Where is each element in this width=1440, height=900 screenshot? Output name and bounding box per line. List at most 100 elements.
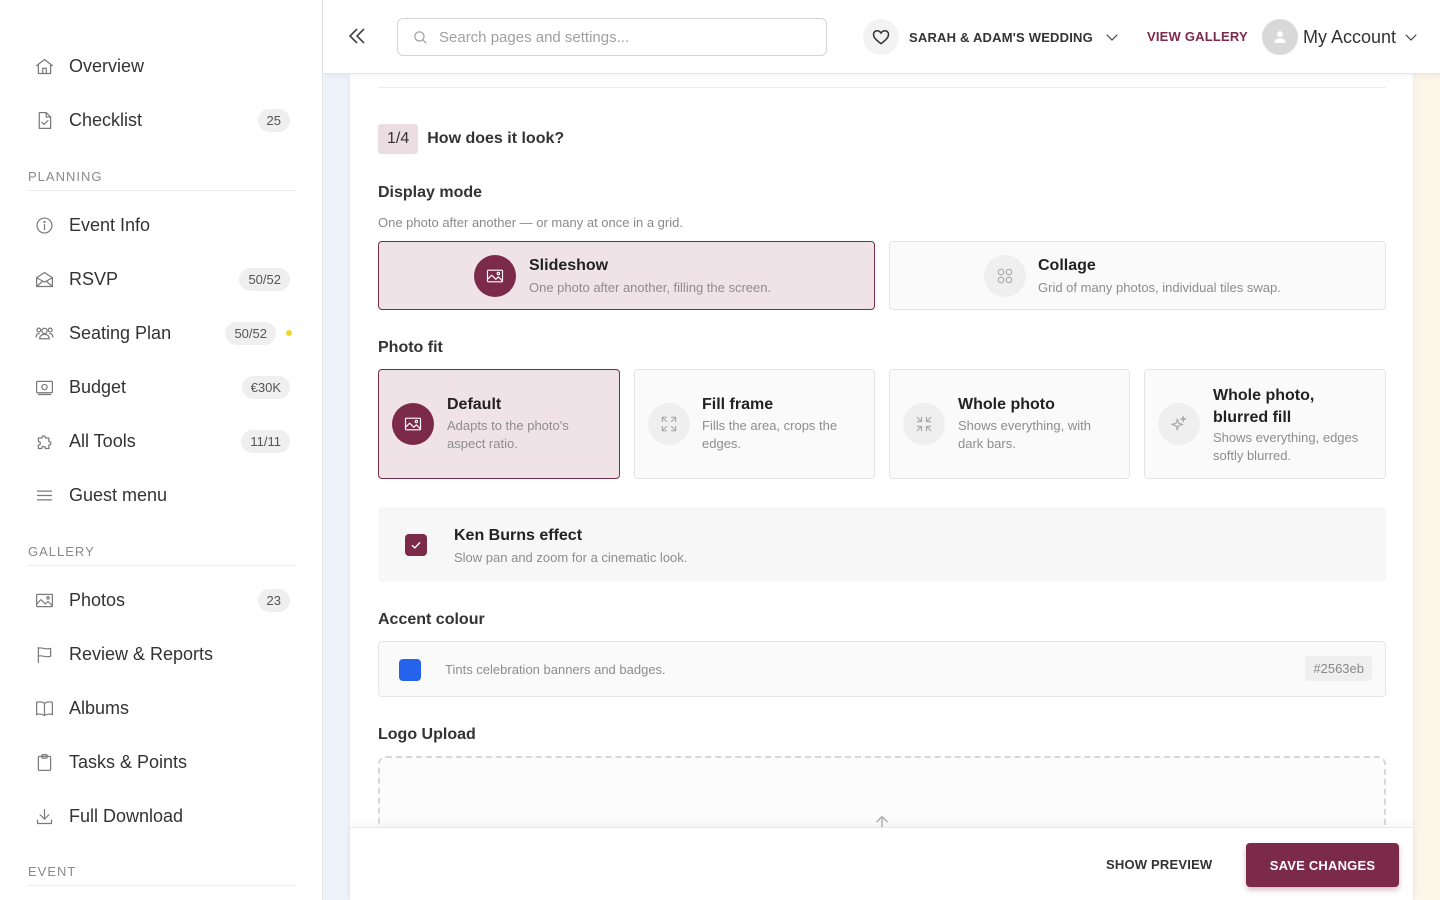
book-icon — [32, 696, 56, 720]
sidebar-item-rsvp[interactable]: RSVP 50/52 — [28, 259, 290, 299]
double-chevron-left-icon — [348, 28, 365, 44]
image-icon — [392, 403, 434, 445]
checkbox[interactable] — [405, 534, 427, 556]
option-desc: One photo after another, filling the scr… — [529, 280, 772, 295]
step-header: 1/4 How does it look? — [378, 123, 564, 155]
option-title: Default — [447, 396, 502, 413]
accent-colour-field[interactable]: Tints celebration banners and badges. #2… — [378, 641, 1386, 697]
photo-fit-whole-photo[interactable]: Whole photo Shows everything, with dark … — [889, 369, 1130, 479]
option-desc: Shows everything, with dark bars. — [958, 418, 1091, 451]
count-badge: 11/11 — [241, 429, 290, 453]
flag-icon — [32, 642, 56, 666]
envelope-icon — [32, 267, 56, 291]
clipboard-icon — [32, 750, 56, 774]
search-box[interactable] — [397, 18, 827, 56]
sidebar-item-label: Photos — [69, 589, 126, 610]
section-title-event: EVENT — [28, 864, 296, 886]
sidebar-item-label: Checklist — [69, 109, 143, 130]
people-icon — [32, 321, 56, 345]
heart-icon — [863, 19, 899, 55]
grid-icon — [984, 255, 1026, 297]
sidebar-item-label: Tasks & Points — [69, 751, 188, 772]
collapse-sidebar-button[interactable] — [345, 24, 369, 48]
photo-fit-blurred-fill[interactable]: Whole photo, blurred fill Shows everythi… — [1144, 369, 1386, 479]
sidebar-item-label: Albums — [69, 697, 130, 718]
sidebar-item-overview[interactable]: Overview — [28, 46, 290, 86]
option-title: Fill frame — [702, 396, 774, 413]
option-desc: Adapts to the photo's aspect ratio. — [447, 418, 569, 451]
ken-burns-title: Ken Burns effect — [454, 527, 583, 544]
sidebar-item-seating-plan[interactable]: Seating Plan 50/52 — [28, 313, 292, 353]
download-icon — [32, 804, 56, 828]
sidebar-item-label: Full Download — [69, 805, 184, 826]
section-title-planning: PLANNING — [28, 169, 296, 191]
sidebar-item-label: RSVP — [69, 268, 119, 289]
display-mode-collage[interactable]: Collage Grid of many photos, individual … — [889, 241, 1386, 310]
view-gallery-link[interactable]: VIEW GALLERY — [1147, 29, 1248, 44]
puzzle-icon — [32, 429, 56, 453]
option-title: Collage — [1038, 257, 1096, 274]
account-menu[interactable]: My Account — [1262, 18, 1420, 56]
option-desc: Shows everything, edges softly blurred. — [1213, 430, 1359, 463]
logo-upload-label: Logo Upload — [378, 726, 476, 743]
shrink-icon — [903, 403, 945, 445]
status-dot — [286, 330, 292, 336]
ken-burns-toggle[interactable]: Ken Burns effect Slow pan and zoom for a… — [378, 507, 1386, 582]
sidebar-item-event-info[interactable]: Event Info — [28, 205, 290, 245]
topbar: SARAH & ADAM'S WEDDING VIEW GALLERY My A… — [323, 0, 1440, 74]
image-icon — [32, 588, 56, 612]
account-label: My Account — [1303, 26, 1397, 47]
event-name: SARAH & ADAM'S WEDDING — [909, 29, 1093, 45]
sidebar-item-label: All Tools — [69, 430, 136, 451]
option-title: Whole photo — [958, 396, 1055, 413]
step-badge: 1/4 — [378, 124, 419, 154]
option-desc: Fills the area, crops the edges. — [702, 418, 838, 451]
section-title-gallery: GALLERY — [28, 544, 296, 566]
accent-hex-value[interactable]: #2563eb — [1305, 656, 1372, 681]
sidebar: Overview Checklist 25 PLANNING Event Inf… — [0, 0, 323, 900]
count-badge: 23 — [257, 588, 290, 612]
info-icon — [32, 213, 56, 237]
search-input[interactable] — [439, 28, 799, 46]
accent-desc: Tints celebration banners and badges. — [445, 662, 666, 677]
sidebar-item-all-tools[interactable]: All Tools 11/11 — [28, 421, 290, 461]
sidebar-item-photos[interactable]: Photos 23 — [28, 580, 290, 620]
save-changes-button[interactable]: SAVE CHANGES — [1246, 843, 1399, 887]
sidebar-item-guest-menu[interactable]: Guest menu — [28, 475, 290, 515]
show-preview-button[interactable]: SHOW PREVIEW — [1106, 857, 1212, 872]
money-icon — [32, 375, 56, 399]
checklist-icon — [32, 108, 56, 132]
sidebar-item-checklist[interactable]: Checklist 25 — [28, 100, 290, 140]
display-mode-slideshow[interactable]: Slideshow One photo after another, filli… — [378, 241, 875, 310]
sidebar-item-label: Event Info — [69, 214, 151, 235]
sidebar-item-albums[interactable]: Albums — [28, 688, 290, 728]
count-badge: 50/52 — [239, 267, 290, 291]
sidebar-item-full-download[interactable]: Full Download — [28, 796, 290, 836]
sidebar-item-label: Guest menu — [69, 484, 168, 505]
step-title: How does it look? — [427, 130, 565, 147]
count-badge: €30K — [241, 375, 290, 399]
user-icon — [1274, 31, 1286, 43]
sidebar-item-review-reports[interactable]: Review & Reports — [28, 634, 290, 674]
colour-swatch[interactable] — [399, 659, 421, 681]
photo-fit-fill-frame[interactable]: Fill frame Fills the area, crops the edg… — [634, 369, 875, 479]
image-icon — [474, 255, 516, 297]
sidebar-item-label: Budget — [69, 376, 127, 397]
accent-colour-label: Accent colour — [378, 611, 485, 628]
menu-icon — [32, 483, 56, 507]
event-selector[interactable]: SARAH & ADAM'S WEDDING — [863, 18, 1121, 56]
ken-burns-desc: Slow pan and zoom for a cinematic look. — [454, 550, 688, 565]
count-badge: 50/52 — [225, 321, 276, 345]
sidebar-item-label: Review & Reports — [69, 643, 214, 664]
count-badge: 25 — [257, 108, 290, 132]
photo-fit-label: Photo fit — [378, 339, 443, 356]
sidebar-item-budget[interactable]: Budget €30K — [28, 367, 290, 407]
chevron-down-icon — [1106, 34, 1118, 41]
sidebar-item-label: Seating Plan — [69, 322, 172, 343]
home-icon — [32, 54, 56, 78]
photo-fit-default[interactable]: Default Adapts to the photo's aspect rat… — [378, 369, 620, 479]
search-icon — [414, 30, 427, 44]
sidebar-item-label: Overview — [69, 55, 145, 76]
display-mode-help: One photo after another — or many at onc… — [378, 215, 683, 230]
sidebar-item-tasks-points[interactable]: Tasks & Points — [28, 742, 290, 782]
